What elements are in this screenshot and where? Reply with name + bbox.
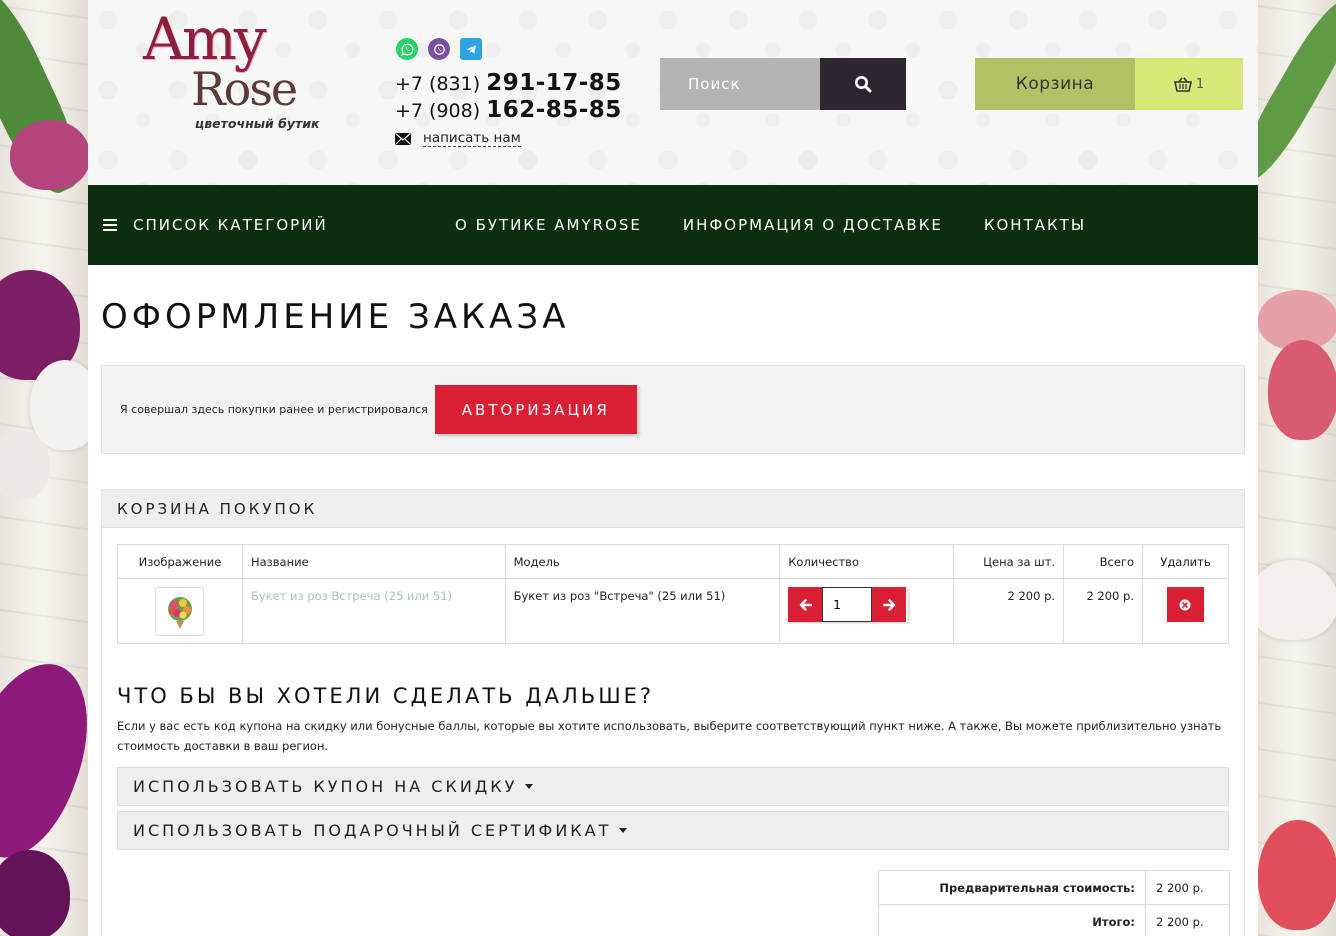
nav-link-about[interactable]: О БУТИКЕ AMYROSE [455,216,642,234]
categories-label: СПИСОК КАТЕГОРИЙ [133,216,328,234]
background-right-decoration [1258,0,1336,936]
login-prompt-text: Я совершал здесь покупки ранее и регистр… [120,403,428,416]
coupon-accordion-label: ИСПОЛЬЗОВАТЬ КУПОН НА СКИДКУ [133,777,518,796]
phone-line[interactable]: +7 (831) 291-17-85 [395,70,622,97]
nav-link-contacts[interactable]: КОНТАКТЫ [984,216,1086,234]
next-steps-title: ЧТО БЫ ВЫ ХОТЕЛИ СДЕЛАТЬ ДАЛЬШЕ? [117,684,655,708]
hamburger-icon [103,219,117,231]
quantity-increase-button[interactable] [872,587,907,622]
header-cart[interactable]: Корзина 1 [975,58,1243,110]
site-header: Amy Rose цветочный бутик +7 (831) 291-17… [88,0,1258,185]
coupon-accordion[interactable]: ИСПОЛЬЗОВАТЬ КУПОН НА СКИДКУ [117,767,1229,806]
write-us-label: написать нам [423,130,521,147]
quantity-input[interactable] [822,587,873,622]
main-nav: СПИСОК КАТЕГОРИЙ О БУТИКЕ AMYROSE ИНФОРМ… [88,185,1258,265]
logo-line-1: Amy [143,5,267,73]
cart-count-box: 1 [1135,58,1243,110]
cart-panel-title: КОРЗИНА ПОКУПОК [102,490,1244,528]
order-totals: Предварительная стоимость: 2 200 р. Итог… [878,870,1230,936]
write-us-link[interactable]: написать нам [395,130,521,147]
main-content: ОФОРМЛЕНИЕ ЗАКАЗА Я совершал здесь покуп… [88,265,1258,936]
nav-link-delivery[interactable]: ИНФОРМАЦИЯ О ДОСТАВКЕ [683,216,943,234]
quantity-stepper [788,587,908,622]
column-header: Название [241,544,506,579]
caret-down-icon [619,828,628,833]
logo-line-2: Rose [191,62,298,116]
table-header-row: Изображение Название Модель Количество Ц… [117,544,1230,579]
column-header: Всего [1063,544,1143,579]
totals-label: Предварительная стоимость: [878,870,1146,905]
basket-icon [1173,76,1192,92]
messenger-links [396,38,482,60]
totals-value: 2 200 р. [1145,904,1230,936]
remove-circle-icon [1179,599,1191,610]
voucher-accordion[interactable]: ИСПОЛЬЗОВАТЬ ПОДАРОЧНЫЙ СЕРТИФИКАТ [117,811,1229,850]
product-name-link[interactable]: Букет из роз Встреча (25 или 51) [251,589,452,603]
column-header: Количество [779,544,955,579]
unit-price: 2 200 р. [953,578,1065,644]
arrow-left-icon [799,598,812,611]
delete-cell [1141,578,1230,644]
viber-icon[interactable] [428,38,450,60]
column-header: Цена за шт. [953,544,1065,579]
phone-code: +7 (908) [395,100,481,122]
search-button[interactable] [820,58,906,110]
bouquet-image [167,596,192,629]
totals-row: Итого: 2 200 р. [878,904,1230,936]
search-icon [855,76,872,93]
cart-label: Корзина [975,58,1135,110]
remove-item-button[interactable] [1166,587,1204,622]
envelope-icon [395,132,411,145]
arrow-right-icon [882,598,895,611]
search-input[interactable] [660,58,820,110]
phone-numbers: +7 (831) 291-17-85 +7 (908) 162-85-85 [395,70,622,124]
quantity-decrease-button[interactable] [788,587,823,622]
whatsapp-icon[interactable] [396,38,418,60]
logo-tagline: цветочный бутик [195,116,320,131]
cart-count: 1 [1195,76,1205,92]
phone-number: 291-17-85 [486,70,622,96]
phone-number: 162-85-85 [486,97,622,123]
product-model: Букет из роз "Встреча" (25 или 51) [504,578,781,644]
telegram-icon[interactable] [460,38,482,60]
next-steps-description: Если у вас есть код купона на скидку или… [117,719,1222,753]
categories-menu-toggle[interactable]: СПИСОК КАТЕГОРИЙ [88,216,455,234]
login-button[interactable]: АВТОРИЗАЦИЯ [434,385,637,434]
site-logo[interactable]: Amy Rose цветочный бутик [143,10,323,140]
caret-down-icon [525,784,534,789]
search-form [660,58,906,110]
product-image-cell [117,578,243,644]
shopping-cart-panel: КОРЗИНА ПОКУПОК Изображение Название Мод… [101,489,1245,936]
product-name-cell: Букет из роз Встреча (25 или 51) [241,578,506,644]
table-row: Букет из роз Встреча (25 или 51) Букет и… [117,578,1230,644]
voucher-accordion-label: ИСПОЛЬЗОВАТЬ ПОДАРОЧНЫЙ СЕРТИФИКАТ [133,821,612,840]
phone-code: +7 (831) [395,73,481,95]
column-header: Изображение [117,544,243,579]
phone-line[interactable]: +7 (908) 162-85-85 [395,97,622,124]
nav-links: О БУТИКЕ AMYROSE ИНФОРМАЦИЯ О ДОСТАВКЕ К… [455,216,1086,234]
totals-label: Итого: [878,904,1146,936]
background-left-decoration [0,0,88,936]
login-prompt: Я совершал здесь покупки ранее и регистр… [101,365,1245,454]
page-title: ОФОРМЛЕНИЕ ЗАКАЗА [101,297,570,337]
quantity-cell [779,578,955,644]
totals-row: Предварительная стоимость: 2 200 р. [878,870,1230,905]
cart-table: Изображение Название Модель Количество Ц… [117,544,1230,644]
row-total: 2 200 р. [1063,578,1143,644]
totals-value: 2 200 р. [1145,870,1230,905]
column-header: Модель [504,544,781,579]
column-header: Удалить [1141,544,1230,579]
product-thumbnail[interactable] [155,587,205,636]
